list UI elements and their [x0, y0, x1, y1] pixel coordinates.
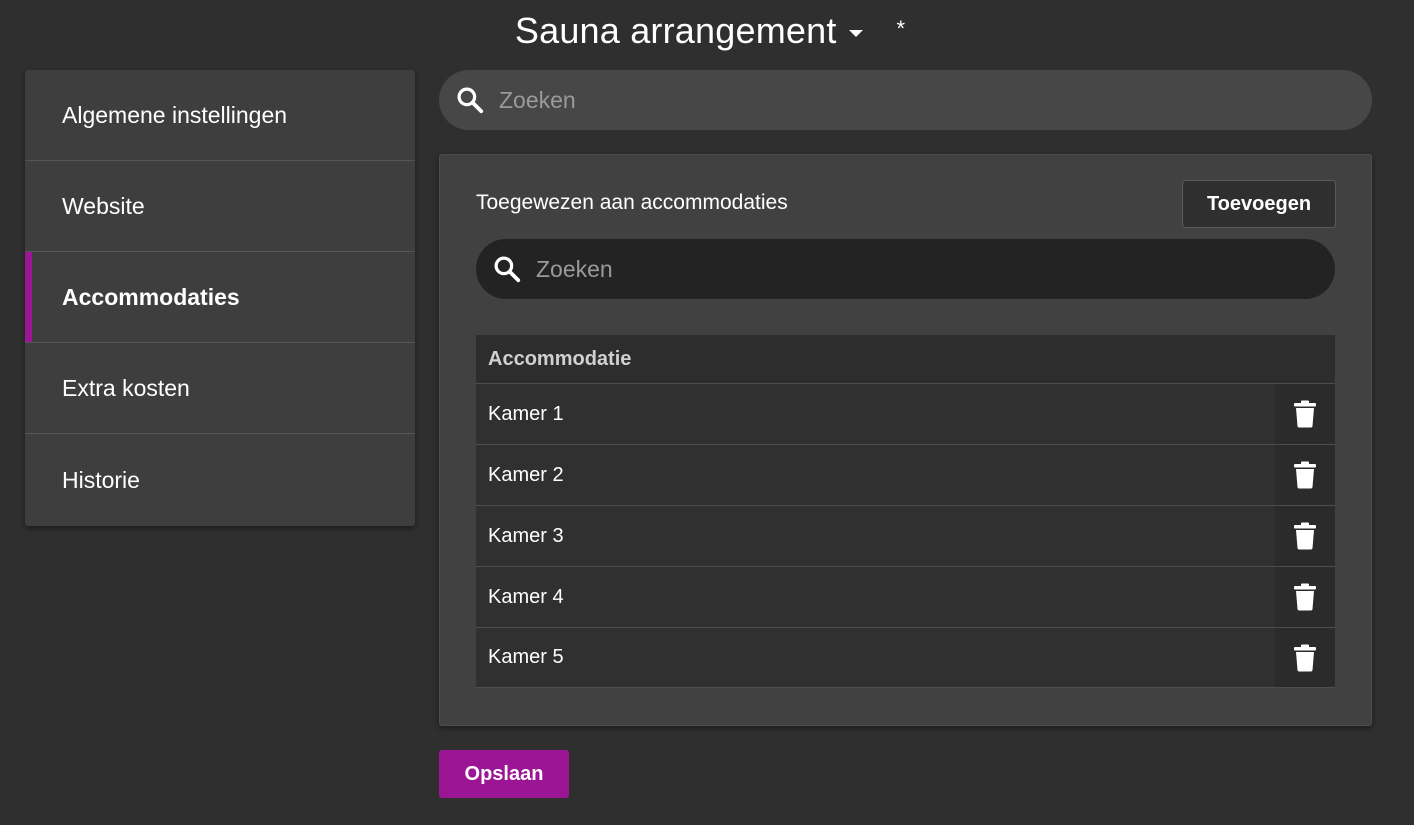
table-row: Kamer 1	[476, 383, 1335, 444]
accommodation-name: Kamer 3	[488, 524, 564, 547]
search-input[interactable]	[499, 70, 1372, 130]
trash-icon	[1294, 522, 1316, 550]
page: Sauna arrangement * Algemene instellinge…	[0, 0, 1414, 825]
page-title: Sauna arrangement	[514, 10, 837, 51]
sidebar-item-extra-kosten[interactable]: Extra kosten	[25, 343, 415, 434]
column-header-accommodatie: Accommodatie	[488, 347, 632, 370]
table-row: Kamer 3	[476, 505, 1335, 566]
trash-icon	[1294, 644, 1316, 671]
sidebar-item-historie[interactable]: Historie	[25, 434, 415, 526]
delete-button[interactable]	[1275, 506, 1335, 566]
table-row: Kamer 2	[476, 444, 1335, 505]
accommodation-name: Kamer 2	[488, 463, 564, 486]
delete-button[interactable]	[1275, 445, 1335, 505]
add-button[interactable]: Toevoegen	[1182, 180, 1336, 228]
table-row: Kamer 5	[476, 627, 1335, 688]
sidebar-item-label: Extra kosten	[62, 374, 190, 401]
sidebar-item-label: Accommodaties	[62, 283, 240, 310]
arrangement-selector[interactable]: Sauna arrangement	[515, 10, 863, 52]
save-button[interactable]: Opslaan	[439, 750, 569, 798]
accommodation-table: Accommodatie Kamer 1 Kamer 2 Kamer 3 Kam…	[476, 335, 1335, 688]
search-icon	[494, 256, 521, 283]
delete-button[interactable]	[1275, 567, 1335, 627]
main-search-bar	[439, 70, 1372, 130]
sidebar-item-label: Historie	[62, 466, 140, 493]
accommodation-name: Kamer 1	[488, 402, 564, 425]
sidebar-item-website[interactable]: Website	[25, 161, 415, 252]
card-title: Toegewezen aan accommodaties	[476, 191, 788, 214]
accommodation-name: Kamer 4	[488, 585, 564, 608]
accommodation-search-bar	[476, 239, 1335, 299]
delete-button[interactable]	[1275, 628, 1335, 687]
unsaved-marker: *	[896, 16, 906, 41]
sidebar-item-accommodaties[interactable]: Accommodaties	[25, 252, 415, 343]
trash-icon	[1294, 461, 1316, 489]
trash-icon	[1294, 400, 1316, 428]
sidebar: Algemene instellingen Website Accommodat…	[25, 70, 415, 526]
sidebar-item-label: Website	[62, 192, 145, 219]
header: Sauna arrangement *	[0, 8, 1414, 54]
table-header: Accommodatie	[476, 335, 1335, 383]
caret-down-icon[interactable]	[848, 29, 863, 37]
delete-button[interactable]	[1275, 384, 1335, 444]
trash-icon	[1294, 583, 1316, 611]
sidebar-item-algemene-instellingen[interactable]: Algemene instellingen	[25, 70, 415, 161]
search-icon	[457, 87, 484, 114]
table-row: Kamer 4	[476, 566, 1335, 627]
accommodation-search-input[interactable]	[536, 239, 1335, 299]
sidebar-item-label: Algemene instellingen	[62, 101, 288, 128]
accommodation-name: Kamer 5	[488, 646, 564, 668]
